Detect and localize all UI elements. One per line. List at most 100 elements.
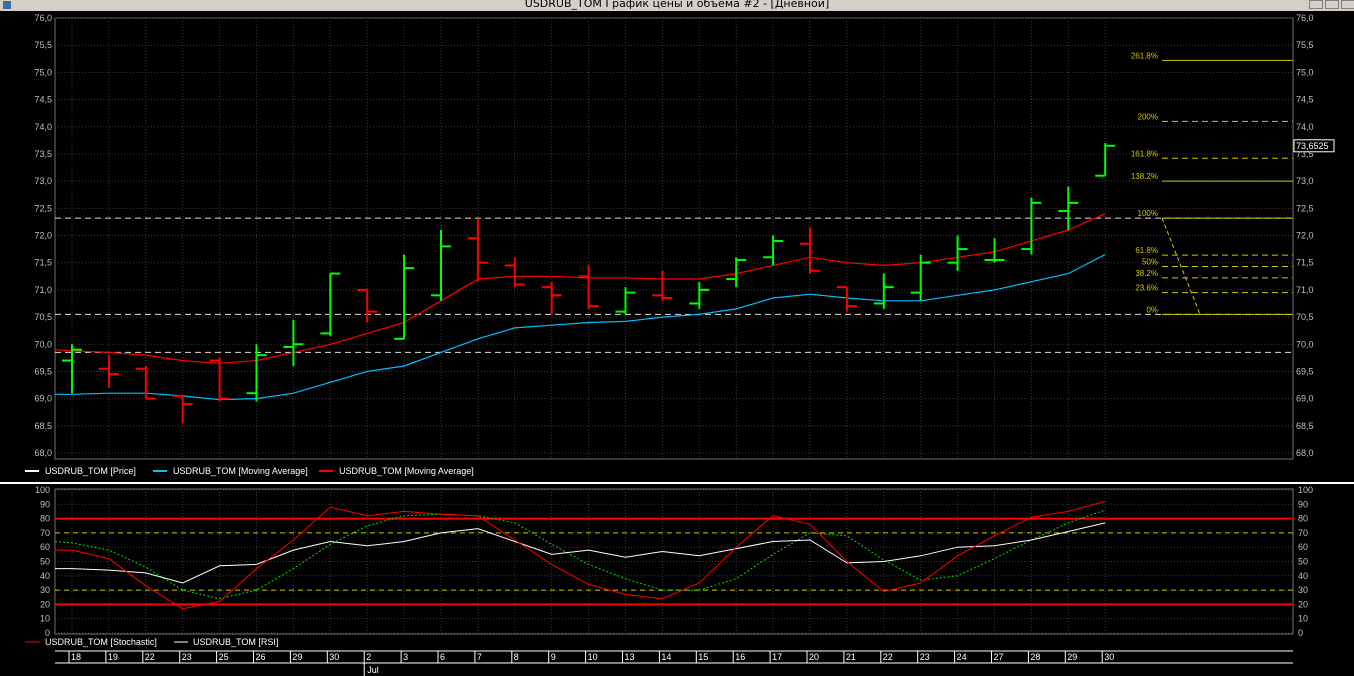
time-tick-label: 24 — [957, 652, 967, 662]
time-tick-label: 27 — [994, 652, 1004, 662]
osc-ytick-right: 80 — [1298, 514, 1308, 524]
ohlc-bar — [504, 257, 525, 288]
fib-level-label: 100% — [1138, 209, 1158, 218]
time-tick-label: 6 — [440, 652, 445, 662]
ohlc-bar — [320, 272, 341, 337]
osc-ytick-left: 40 — [40, 571, 50, 581]
price-panel: 68,0 68,0 68,5 68,5 69,0 69,0 69,5 69,5 70,0 70,0… — [0, 13, 1354, 484]
ohlc-bar — [763, 235, 784, 266]
price-ytick-left: 70,5 — [34, 312, 52, 322]
price-ytick-right: 74,5 — [1296, 95, 1314, 105]
fib-level-label: 200% — [1138, 112, 1158, 121]
ohlc-bar — [836, 286, 857, 312]
fib-level-label: 38.2% — [1135, 269, 1158, 278]
legend-label: USDRUB_TOM [Stochastic] — [45, 637, 157, 647]
moving-average-fast-line — [54, 213, 1106, 364]
price-ytick-right: 69,0 — [1296, 394, 1314, 404]
osc-ytick-left: 10 — [40, 614, 50, 624]
fib-level-label: 23.6% — [1135, 284, 1158, 293]
time-tick-label: 10 — [588, 652, 598, 662]
osc-ytick-right: 70 — [1298, 528, 1308, 538]
price-ytick-left: 68,0 — [34, 448, 52, 458]
osc-ytick-left: 30 — [40, 585, 50, 595]
time-tick-label: 13 — [625, 652, 635, 662]
time-tick-label: 29 — [292, 652, 302, 662]
legend-label: USDRUB_TOM [RSI] — [193, 637, 278, 647]
fib-level-label: 0% — [1146, 305, 1158, 314]
price-ytick-left: 75,5 — [34, 40, 52, 50]
stochastic-line — [55, 500, 1106, 610]
price-ytick-left: 72,5 — [34, 203, 52, 213]
ohlc-bar — [541, 281, 562, 315]
price-ytick-right: 70,5 — [1296, 312, 1314, 322]
close-button[interactable] — [1341, 0, 1354, 9]
price-ytick-right: 71,0 — [1296, 285, 1314, 295]
price-ytick-left: 74,0 — [34, 122, 52, 132]
time-tick-label: 15 — [698, 652, 708, 662]
price-ytick-right: 68,5 — [1296, 421, 1314, 431]
time-tick-label: 14 — [661, 652, 671, 662]
minimize-button[interactable] — [1309, 0, 1323, 9]
time-tick-label: 8 — [514, 652, 519, 662]
time-tick-label: 25 — [219, 652, 229, 662]
legend-label: USDRUB_TOM [Moving Average] — [173, 466, 308, 476]
ohlc-bar — [209, 357, 230, 402]
price-ytick-left: 74,5 — [34, 95, 52, 105]
osc-ytick-left: 60 — [40, 542, 50, 552]
osc-ytick-right: 60 — [1298, 542, 1308, 552]
price-ytick-right: 74,0 — [1296, 122, 1314, 132]
time-tick-label: 17 — [772, 652, 782, 662]
last-price-label: 73,6525 — [1296, 141, 1329, 151]
window-title: USDRUB_TOM График цены и объема #2 - [Дн… — [524, 0, 830, 10]
ohlc-bar — [394, 254, 415, 340]
price-ytick-left: 72,0 — [34, 231, 52, 241]
time-tick-label: 2 — [366, 652, 371, 662]
price-ytick-right: 70,0 — [1296, 339, 1314, 349]
stochastic-signal-line — [54, 509, 1106, 600]
ohlc-bar — [873, 273, 894, 309]
window-titlebar: USDRUB_TOM График цены и объема #2 - [Дн… — [0, 0, 1354, 11]
time-tick-label: 30 — [1104, 652, 1114, 662]
osc-ytick-right: 20 — [1298, 599, 1308, 609]
ohlc-bar — [652, 270, 673, 301]
price-ytick-left: 71,0 — [34, 285, 52, 295]
ohlc-bar — [947, 235, 968, 271]
osc-ytick-left: 90 — [40, 499, 50, 509]
osc-ytick-right: 100 — [1298, 485, 1313, 495]
price-ytick-left: 68,5 — [34, 421, 52, 431]
time-tick-label: 7 — [477, 652, 482, 662]
time-tick-label: 28 — [1030, 652, 1040, 662]
month-label: Jul — [367, 665, 379, 675]
osc-ytick-left: 50 — [40, 557, 50, 567]
price-ytick-left: 69,0 — [34, 394, 52, 404]
legend-label: USDRUB_TOM [Moving Average] — [339, 466, 474, 476]
osc-ytick-left: 80 — [40, 514, 50, 524]
price-ytick-left: 71,5 — [34, 258, 52, 268]
rsi-line — [55, 522, 1106, 584]
ohlc-bar — [467, 219, 488, 282]
time-tick-label: 18 — [71, 652, 81, 662]
legend-label: USDRUB_TOM [Price] — [45, 466, 136, 476]
price-ytick-right: 76,0 — [1296, 13, 1314, 23]
osc-ytick-right: 40 — [1298, 571, 1308, 581]
time-tick-label: 26 — [256, 652, 266, 662]
price-ytick-left: 76,0 — [34, 13, 52, 23]
time-tick-label: 3 — [403, 652, 408, 662]
osc-ytick-left: 70 — [40, 528, 50, 538]
osc-ytick-left: 100 — [35, 485, 50, 495]
price-ytick-left: 73,5 — [34, 149, 52, 159]
price-ytick-right: 75,0 — [1296, 67, 1314, 77]
maximize-button[interactable] — [1325, 0, 1339, 9]
time-tick-label: 29 — [1067, 652, 1077, 662]
time-tick-label: 23 — [182, 652, 192, 662]
price-ytick-left: 73,0 — [34, 176, 52, 186]
ohlc-bar — [283, 319, 304, 366]
osc-ytick-right: 30 — [1298, 585, 1308, 595]
price-ytick-right: 69,5 — [1296, 366, 1314, 376]
osc-ytick-right: 10 — [1298, 614, 1308, 624]
osc-ytick-left: 20 — [40, 599, 50, 609]
time-tick-label: 20 — [809, 652, 819, 662]
osc-ytick-right: 90 — [1298, 499, 1308, 509]
time-tick-label: 19 — [108, 652, 118, 662]
osc-ytick-right: 0 — [1298, 628, 1303, 638]
